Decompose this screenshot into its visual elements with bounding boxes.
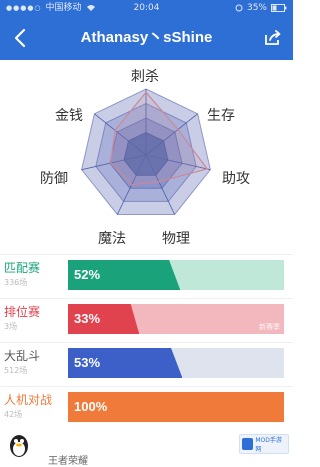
mode-row-ranked[interactable]: 排位赛 3场 33% 新赛季 (0, 298, 293, 342)
winrate-bar: 33% 新赛季 (68, 304, 284, 334)
bottom-section: 王者荣耀 MOD手游网 (0, 428, 293, 467)
back-chevron-icon (14, 28, 26, 48)
mode-count: 42场 (4, 410, 23, 419)
page-title: Athanasy丶sShine (80, 29, 213, 46)
winrate-bar: 100% (68, 392, 284, 422)
site-watermark: MOD手游网 (239, 434, 289, 454)
nav-bar: Athanasy丶sShine (0, 16, 293, 60)
mode-count: 3场 (4, 322, 18, 331)
mode-row-brawl[interactable]: 大乱斗 512场 53% (0, 342, 293, 386)
battery-text: 35% (246, 3, 267, 13)
radar-chart (81, 88, 211, 215)
mode-count: 512场 (4, 366, 28, 375)
radar-axis-label: 金钱 (55, 108, 83, 124)
mode-name: 大乱斗 (4, 349, 41, 363)
winrate-percent: 52% (74, 267, 101, 282)
back-button[interactable] (6, 24, 34, 52)
battery-icon (271, 4, 287, 12)
mode-row-match[interactable]: 匹配赛 336场 52% (0, 254, 293, 298)
winrate-bar: 53% (68, 348, 284, 378)
winrate-percent: 33% (74, 311, 101, 326)
winrate-percent: 53% (74, 355, 101, 370)
season-tag: 新赛季 (259, 323, 280, 331)
winrate-bar: 52% (68, 260, 284, 290)
watermark-text: MOD手游网 (255, 437, 282, 453)
radar-axis-label: 助攻 (222, 171, 250, 187)
qq-penguin-icon (10, 435, 28, 457)
radar-axis-label: 物理 (162, 231, 190, 247)
radar-axis-label: 生存 (207, 108, 235, 124)
ability-radar: 刺杀 生存 助攻 物理 魔法 防御 金钱 (0, 60, 293, 250)
mode-row-ai[interactable]: 人机对战 42场 100% (0, 386, 293, 430)
radar-axis-label: 防御 (40, 171, 68, 187)
status-right: 35% (235, 0, 287, 16)
share-icon (265, 30, 281, 45)
share-button[interactable] (261, 26, 285, 50)
alarm-icon (235, 4, 243, 12)
bottom-label: 王者荣耀 (48, 456, 88, 467)
mode-name: 人机对战 (4, 393, 53, 407)
mode-name: 匹配赛 (4, 261, 41, 275)
radar-axis-label: 刺杀 (131, 69, 159, 85)
winrate-percent: 100% (74, 399, 108, 414)
mode-count: 336场 (4, 278, 28, 287)
watermark-logo-icon (242, 438, 254, 450)
radar-axis-label: 魔法 (98, 231, 126, 247)
mode-name: 排位赛 (4, 305, 41, 319)
status-bar: ●●●●○ 中国移动 20:04 35% (0, 0, 293, 16)
